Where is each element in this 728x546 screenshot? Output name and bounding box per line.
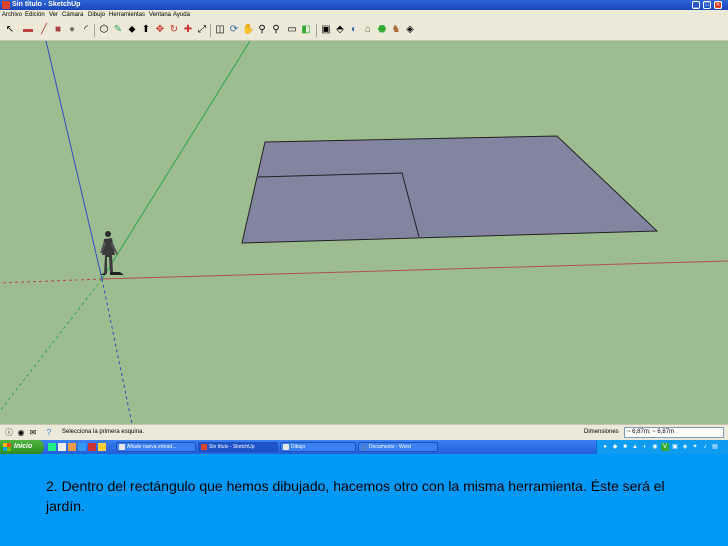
taskbar-item[interactable]: Documento - Word [358,442,438,452]
system-tray: ● ◆ ■ ▲ ◐ ◉ V ▣ ◈ ✦ ♪ ▤ [596,440,728,454]
tray-icon[interactable]: ✦ [691,443,699,451]
menu-ventana[interactable]: Ventana [149,11,171,20]
windows-logo-icon [3,443,11,451]
minimize-button[interactable]: _ [692,1,700,9]
zoom-extents-icon[interactable]: ⬣ [376,24,388,36]
green-axis-negative [0,278,103,412]
window-title: Sin título - SketchUp [12,1,81,8]
follow-me-icon[interactable]: ✚ [182,24,194,36]
status-bar: ⓘ ◉ ✉ ? Selecciona la primera esquina. D… [0,424,728,441]
person-figure [100,231,124,275]
caption-text: 2. Dentro del rectángulo que hemos dibuj… [46,478,665,514]
word-icon [361,444,367,450]
start-label: Inicio [14,443,33,450]
status-hint: Selecciona la primera esquina. [62,429,145,435]
protractor-icon[interactable]: ⚲ [256,24,268,36]
quicklaunch-icon[interactable] [68,443,76,451]
caption-panel: 2. Dentro del rectángulo que hemos dibuj… [0,454,728,546]
select-icon[interactable]: ↖ [4,24,16,36]
toolbar: ↖ ▬ ╱ ■ ● ◜ ⬡ ✎ ⬥ ⬆ ✥ ↻ ✚ ⤢ ◫ ⟳ ✋ ⚲ ⚲ ▭ … [0,21,728,41]
tray-icon[interactable]: ▣ [671,443,679,451]
tray-icon[interactable]: ◉ [651,443,659,451]
blue-axis-negative [101,278,133,424]
toolbar-separator [94,24,95,37]
blue-axis [45,41,103,280]
paint-icon [283,444,289,450]
tray-icon[interactable]: ◆ [611,443,619,451]
rotate-icon[interactable]: ↻ [168,24,180,36]
green-axis [101,41,251,280]
info-icon[interactable]: ⓘ [4,428,14,438]
tray-icon[interactable]: ▤ [711,443,719,451]
tray-icon[interactable]: ◈ [681,443,689,451]
geolocation-icon[interactable]: ◉ [16,428,26,438]
arc-icon[interactable]: ◜ [80,24,92,36]
menu-herramientas[interactable]: Herramientas [109,11,145,20]
tray-icon[interactable]: ● [601,443,609,451]
scale-icon[interactable]: ⤢ [196,24,208,36]
menu-ayuda[interactable]: Ayuda [173,11,190,20]
text-icon[interactable]: ⚲ [270,24,282,36]
polygon-icon[interactable]: ⬡ [98,24,110,36]
menu-dibujo[interactable]: Dibujo [88,11,105,20]
toolbar-separator [210,24,211,37]
toolbar-separator [316,24,317,37]
red-axis [101,260,728,280]
credits-icon[interactable]: ✉ [28,428,38,438]
sketchup-icon [201,444,207,450]
tray-icon[interactable]: ♪ [701,443,709,451]
taskbar-item-sketchup[interactable]: Sin título - SketchUp [198,442,278,452]
close-button[interactable]: × [714,1,722,9]
quicklaunch-icon[interactable] [78,443,86,451]
menu-ver[interactable]: Ver [49,11,58,20]
quicklaunch-icon[interactable] [98,443,106,451]
maximize-button[interactable]: □ [703,1,711,9]
quicklaunch-icon[interactable] [48,443,56,451]
next-view-icon[interactable]: ◈ [404,24,416,36]
rectangle-icon[interactable]: ■ [52,24,64,36]
paint-bucket-icon[interactable]: ⬥ [126,24,138,36]
push-pull-icon[interactable]: ⬆ [140,24,152,36]
tray-icon[interactable]: ■ [621,443,629,451]
tray-icon[interactable]: ◐ [641,443,649,451]
help-icon[interactable]: ? [44,428,54,438]
tray-icon[interactable]: ▲ [631,443,639,451]
offset-icon[interactable]: ◫ [214,24,226,36]
dimension-icon[interactable]: ✋ [242,24,254,36]
tape-measure-icon[interactable]: ⟳ [228,24,240,36]
scene-canvas[interactable] [0,41,728,424]
menu-edicion[interactable]: Edición [25,11,45,20]
pencil-icon[interactable]: ╱ [38,24,50,36]
move-icon[interactable]: ✥ [154,24,166,36]
quicklaunch-icon[interactable] [58,443,66,451]
dimensions-input[interactable]: ~ 6,87m; ~ 6,87m [624,427,724,438]
orbit-icon[interactable]: ▣ [320,24,332,36]
pan-icon[interactable]: ⬘ [334,24,346,36]
taskbar-item[interactable]: Dibujo [280,442,356,452]
taskbar-item[interactable]: Añade nueva entrad... [116,442,196,452]
title-bar: Sin título - SketchUp _ □ × [0,0,728,10]
red-axis-negative [0,278,103,284]
quicklaunch-icon[interactable] [88,443,96,451]
previous-view-icon[interactable]: ♞ [390,24,402,36]
sketchup-app-icon [2,1,10,9]
tray-icon[interactable]: V [661,443,669,451]
3d-text-icon[interactable]: ◧ [300,24,312,36]
circle-icon[interactable]: ● [66,24,78,36]
zoom-icon[interactable]: ◐ [348,24,360,36]
start-button[interactable]: Inicio [0,440,44,454]
rectangle-face[interactable] [241,135,659,244]
3d-viewport[interactable] [0,41,728,424]
menu-bar: Archivo Edición Ver Cámara Dibujo Herram… [0,10,728,21]
menu-camara[interactable]: Cámara [62,11,83,20]
menu-archivo[interactable]: Archivo [2,11,22,20]
windows-taskbar: Inicio Añade nueva entrad... Sin título … [0,440,728,454]
browser-icon [119,444,125,450]
axes-icon[interactable]: ▭ [286,24,298,36]
eraser-icon[interactable]: ▬ [22,24,34,36]
freehand-icon[interactable]: ✎ [112,24,124,36]
zoom-window-icon[interactable]: ⌂ [362,24,374,36]
dimensions-label: Dimensiones [584,429,619,435]
